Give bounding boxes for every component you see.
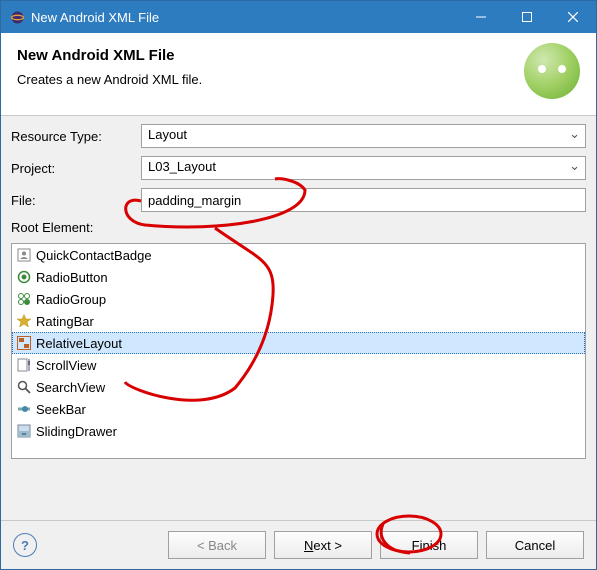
list-item-label: RelativeLayout [36, 336, 122, 351]
sliding-drawer-icon [16, 423, 32, 439]
finish-button[interactable]: Finish [380, 531, 478, 559]
list-item-label: SlidingDrawer [36, 424, 117, 439]
list-item[interactable]: QuickContactBadge [12, 244, 585, 266]
header-title: New Android XML File [17, 47, 514, 64]
list-item[interactable]: SearchView [12, 376, 585, 398]
dialog-window: New Android XML File New Android XML Fil… [0, 0, 597, 570]
root-element-label: Root Element: [11, 220, 141, 235]
radio-button-icon [16, 269, 32, 285]
minimize-button[interactable] [458, 1, 504, 33]
eclipse-icon [9, 9, 25, 25]
contact-badge-icon [16, 247, 32, 263]
list-item[interactable]: ScrollView [12, 354, 585, 376]
titlebar: New Android XML File [1, 1, 596, 33]
list-item[interactable]: RatingBar [12, 310, 585, 332]
back-button[interactable]: < Back [168, 531, 266, 559]
list-item-label: RatingBar [36, 314, 94, 329]
help-button[interactable]: ? [13, 533, 37, 557]
header-subtitle: Creates a new Android XML file. [17, 72, 514, 87]
next-button[interactable]: Next > [274, 531, 372, 559]
search-icon [16, 379, 32, 395]
list-item-label: SearchView [36, 380, 105, 395]
list-item-label: RadioGroup [36, 292, 106, 307]
maximize-button[interactable] [504, 1, 550, 33]
project-select[interactable]: L03_Layout [141, 156, 586, 180]
close-button[interactable] [550, 1, 596, 33]
scroll-view-icon [16, 357, 32, 373]
button-bar: ? < Back Next > Finish Cancel [1, 520, 596, 569]
root-element-listbox[interactable]: QuickContactBadge RadioButton RadioGroup Ra… [11, 243, 586, 459]
file-label: File: [11, 193, 141, 208]
form-area: Resource Type: Layout Project: L03_Layou… [1, 116, 596, 243]
rating-star-icon [16, 313, 32, 329]
resource-type-label: Resource Type: [11, 129, 141, 144]
list-item[interactable]: RelativeLayout [12, 332, 585, 354]
file-input[interactable] [141, 188, 586, 212]
list-item[interactable]: RadioButton [12, 266, 585, 288]
seekbar-icon [16, 401, 32, 417]
titlebar-title: New Android XML File [31, 10, 458, 25]
relative-layout-icon [16, 335, 32, 351]
list-item[interactable]: RadioGroup [12, 288, 585, 310]
resource-type-select[interactable]: Layout [141, 124, 586, 148]
list-item-label: RadioButton [36, 270, 108, 285]
list-item[interactable]: SlidingDrawer [12, 420, 585, 442]
list-item[interactable]: SeekBar [12, 398, 585, 420]
list-item-label: SeekBar [36, 402, 86, 417]
project-label: Project: [11, 161, 141, 176]
cancel-button[interactable]: Cancel [486, 531, 584, 559]
list-item-label: ScrollView [36, 358, 96, 373]
list-item-label: QuickContactBadge [36, 248, 152, 263]
radio-group-icon [16, 291, 32, 307]
dialog-header: New Android XML File Creates a new Andro… [1, 33, 596, 116]
android-icon [524, 43, 580, 99]
